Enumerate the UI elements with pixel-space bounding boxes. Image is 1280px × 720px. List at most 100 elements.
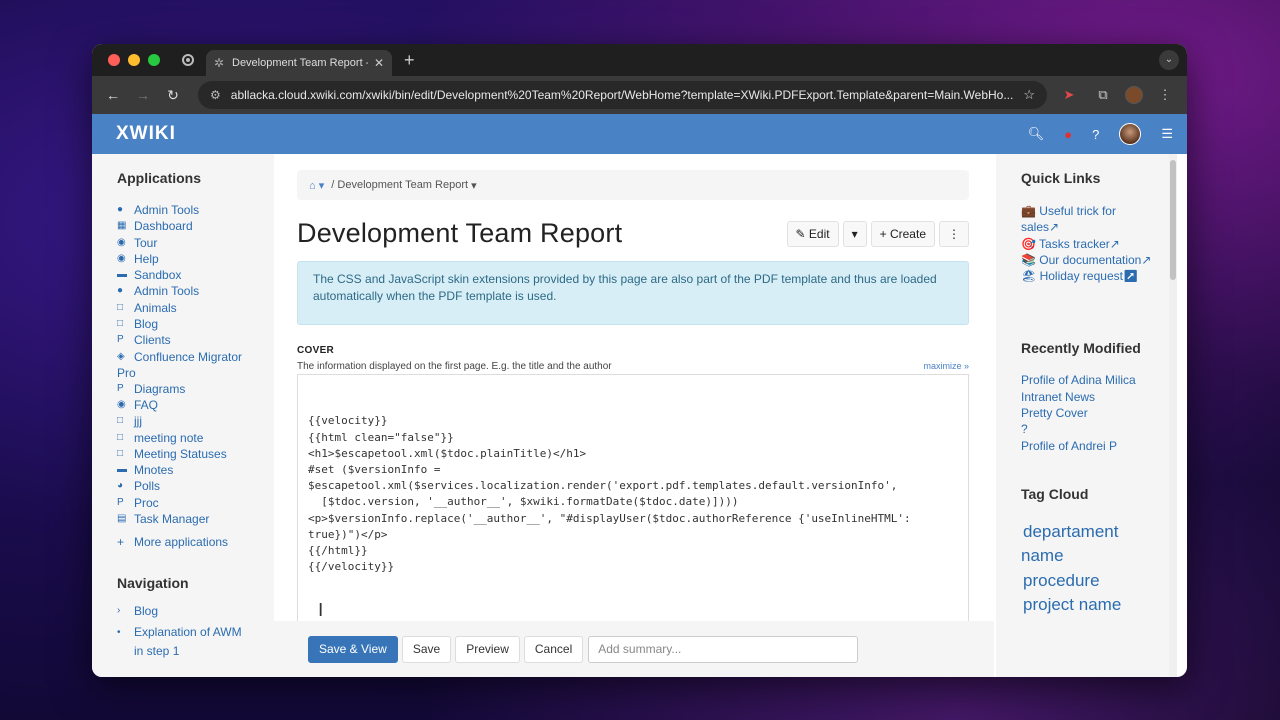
browser-tab[interactable]: ✲ Development Team Report - X ✕ xyxy=(206,50,392,76)
pencil-icon: ✎ xyxy=(795,226,809,241)
minimize-window-button[interactable] xyxy=(128,54,140,66)
quick-links-list: 💼 Useful trick for sales↗ 🎯 Tasks tracke… xyxy=(1021,203,1177,284)
tag-link[interactable]: departament xyxy=(1021,520,1177,545)
recent-item[interactable]: Pretty Cover xyxy=(1021,405,1177,421)
app-item[interactable]: P Diagrams xyxy=(117,381,274,397)
nav-label: Blog xyxy=(134,604,159,619)
xwiki-favicon-icon: ✲ xyxy=(214,56,225,70)
recent-item[interactable]: Profile of Andrei P xyxy=(1021,438,1177,454)
app-item[interactable]: ● Admin Tools xyxy=(117,202,274,218)
app-item[interactable]: P Proc xyxy=(117,495,274,511)
p-icon: P xyxy=(117,334,124,346)
browser-menu-icon[interactable]: ⋮ xyxy=(1153,87,1177,103)
code-content: {{velocity}} {{html clean="false"}} <h1>… xyxy=(308,414,911,574)
xwiki-header: XWIKI 🔍︎ ● ? ☰ xyxy=(92,114,1187,154)
app-item[interactable]: ▤ Task Manager xyxy=(117,511,274,527)
breadcrumb-caret-icon[interactable]: ▾ xyxy=(468,179,477,192)
tag-link[interactable]: procedure xyxy=(1021,569,1177,594)
recent-item[interactable]: ? xyxy=(1021,421,1177,437)
right-sidebar: Quick Links 💼 Useful trick for sales↗ 🎯 … xyxy=(996,154,1177,677)
tag-link[interactable]: name xyxy=(1021,544,1177,569)
browser-profile-avatar[interactable] xyxy=(1125,86,1143,104)
tag-cloud-heading: Tag Cloud xyxy=(1021,485,1089,502)
app-item[interactable]: ◉ FAQ xyxy=(117,397,274,413)
app-item[interactable]: ▬ Sandbox xyxy=(117,267,274,283)
app-item[interactable]: □ Animals xyxy=(117,300,274,316)
blog-icon: □ xyxy=(117,318,124,330)
record-icon[interactable] xyxy=(182,54,194,66)
app-item[interactable]: ◉ Help xyxy=(117,251,274,267)
new-tab-button[interactable]: + xyxy=(404,50,415,71)
edit-dropdown-button[interactable]: ▾ xyxy=(842,220,867,247)
nav-item[interactable]: • Explanation of AWM in step 1 xyxy=(117,623,274,661)
app-item[interactable]: ◕ Polls xyxy=(117,478,274,494)
quick-link[interactable]: 📚 Our documentation↗ xyxy=(1021,252,1177,268)
summary-input[interactable]: Add summary... xyxy=(588,635,859,663)
preview-button[interactable]: Preview xyxy=(455,635,520,663)
edit-button[interactable]: ✎ Edit xyxy=(786,220,839,247)
tour-icon: ◉ xyxy=(117,236,126,248)
app-item[interactable]: ◈ Confluence Migrator Pro xyxy=(117,349,274,381)
more-actions-button[interactable]: ⋮ xyxy=(939,220,969,247)
app-label: Sandbox xyxy=(134,268,182,283)
help-icon[interactable]: ? xyxy=(1092,127,1099,142)
page-title: Development Team Report xyxy=(297,218,623,248)
quick-link[interactable]: 🏖 Holiday request↗ xyxy=(1021,268,1177,284)
nav-item[interactable]: › Blog xyxy=(117,603,274,623)
app-item[interactable]: □ meeting note xyxy=(117,430,274,446)
app-item[interactable]: □ jjj xyxy=(117,413,274,429)
create-button[interactable]: + Create xyxy=(870,220,935,247)
back-arrow-icon[interactable]: ← xyxy=(102,87,124,103)
save-bar: Save & View Save Preview Cancel Add summ… xyxy=(274,621,994,677)
section-title: COVER xyxy=(297,345,335,356)
close-window-button[interactable] xyxy=(108,54,120,66)
search-icon[interactable]: 🔍︎ xyxy=(1028,126,1045,142)
left-sidebar: Applications ● Admin Tools ▦ Dashboard ◉ To… xyxy=(92,154,274,677)
recent-item[interactable]: Profile of Adina Milica xyxy=(1021,372,1177,388)
quick-link[interactable]: 💼 Useful trick for sales↗ xyxy=(1021,203,1131,236)
maximize-window-button[interactable] xyxy=(148,54,160,66)
app-item[interactable]: □ Meeting Statuses xyxy=(117,446,274,462)
notifications-bell-icon[interactable]: ● xyxy=(1064,127,1072,142)
scrollbar-thumb[interactable] xyxy=(1170,160,1176,280)
more-applications-label: More applications xyxy=(134,535,229,550)
app-item[interactable]: ◉ Tour xyxy=(117,235,274,251)
tab-search-chevron-icon[interactable]: ⌄ xyxy=(1159,50,1179,70)
text-cursor-icon: I xyxy=(318,600,324,621)
user-avatar[interactable] xyxy=(1119,123,1142,145)
plus-icon: + xyxy=(117,535,125,550)
app-item[interactable]: ▬ Mnotes xyxy=(117,462,274,478)
app-item[interactable]: P Clients xyxy=(117,332,274,348)
recent-item[interactable]: Intranet News xyxy=(1021,389,1177,405)
reload-icon[interactable]: ↻ xyxy=(162,87,184,104)
save-and-view-button[interactable]: Save & View xyxy=(308,635,398,663)
tag-link[interactable]: project name xyxy=(1021,593,1177,618)
site-settings-icon[interactable]: ⚙ xyxy=(210,88,221,102)
home-icon[interactable]: ⌂ ▾ xyxy=(309,179,324,192)
app-item[interactable]: ● Admin Tools xyxy=(117,283,274,299)
app-label: Admin Tools xyxy=(134,284,200,299)
save-button[interactable]: Save xyxy=(401,635,452,663)
more-applications-link[interactable]: + More applications xyxy=(117,535,274,549)
page-scrollbar[interactable] xyxy=(1169,154,1177,677)
menu-hamburger-icon[interactable]: ☰ xyxy=(1161,126,1173,142)
extensions-puzzle-icon[interactable]: ⧉ xyxy=(1091,87,1115,103)
bookmark-star-icon[interactable]: ☆ xyxy=(1023,87,1035,103)
app-item[interactable]: □ Blog xyxy=(117,316,274,332)
code-editor[interactable]: {{velocity}} {{html clean="false"}} <h1>… xyxy=(297,374,969,632)
window-controls xyxy=(92,54,160,66)
app-item[interactable]: ▦ Dashboard xyxy=(117,218,274,234)
close-tab-icon[interactable]: ✕ xyxy=(374,56,384,70)
maximize-link[interactable]: maximize » xyxy=(923,361,969,372)
url-field[interactable]: ⚙ abllacka.cloud.xwiki.com/xwiki/bin/edi… xyxy=(198,81,1047,109)
quick-link[interactable]: 🎯 Tasks tracker↗ xyxy=(1021,236,1177,252)
cursor-extension-icon[interactable]: ➤ xyxy=(1057,87,1081,103)
app-label: Polls xyxy=(134,479,161,494)
cancel-button[interactable]: Cancel xyxy=(523,635,584,663)
square-icon: □ xyxy=(117,415,124,427)
forward-arrow-icon[interactable]: → xyxy=(132,87,154,103)
address-bar: ← → ↻ ⚙ abllacka.cloud.xwiki.com/xwiki/b… xyxy=(92,76,1187,114)
breadcrumb-item[interactable]: Development Team Report xyxy=(337,179,468,191)
xwiki-logo[interactable]: XWIKI xyxy=(116,123,176,145)
recently-modified-heading: Recently Modified xyxy=(1021,340,1141,357)
